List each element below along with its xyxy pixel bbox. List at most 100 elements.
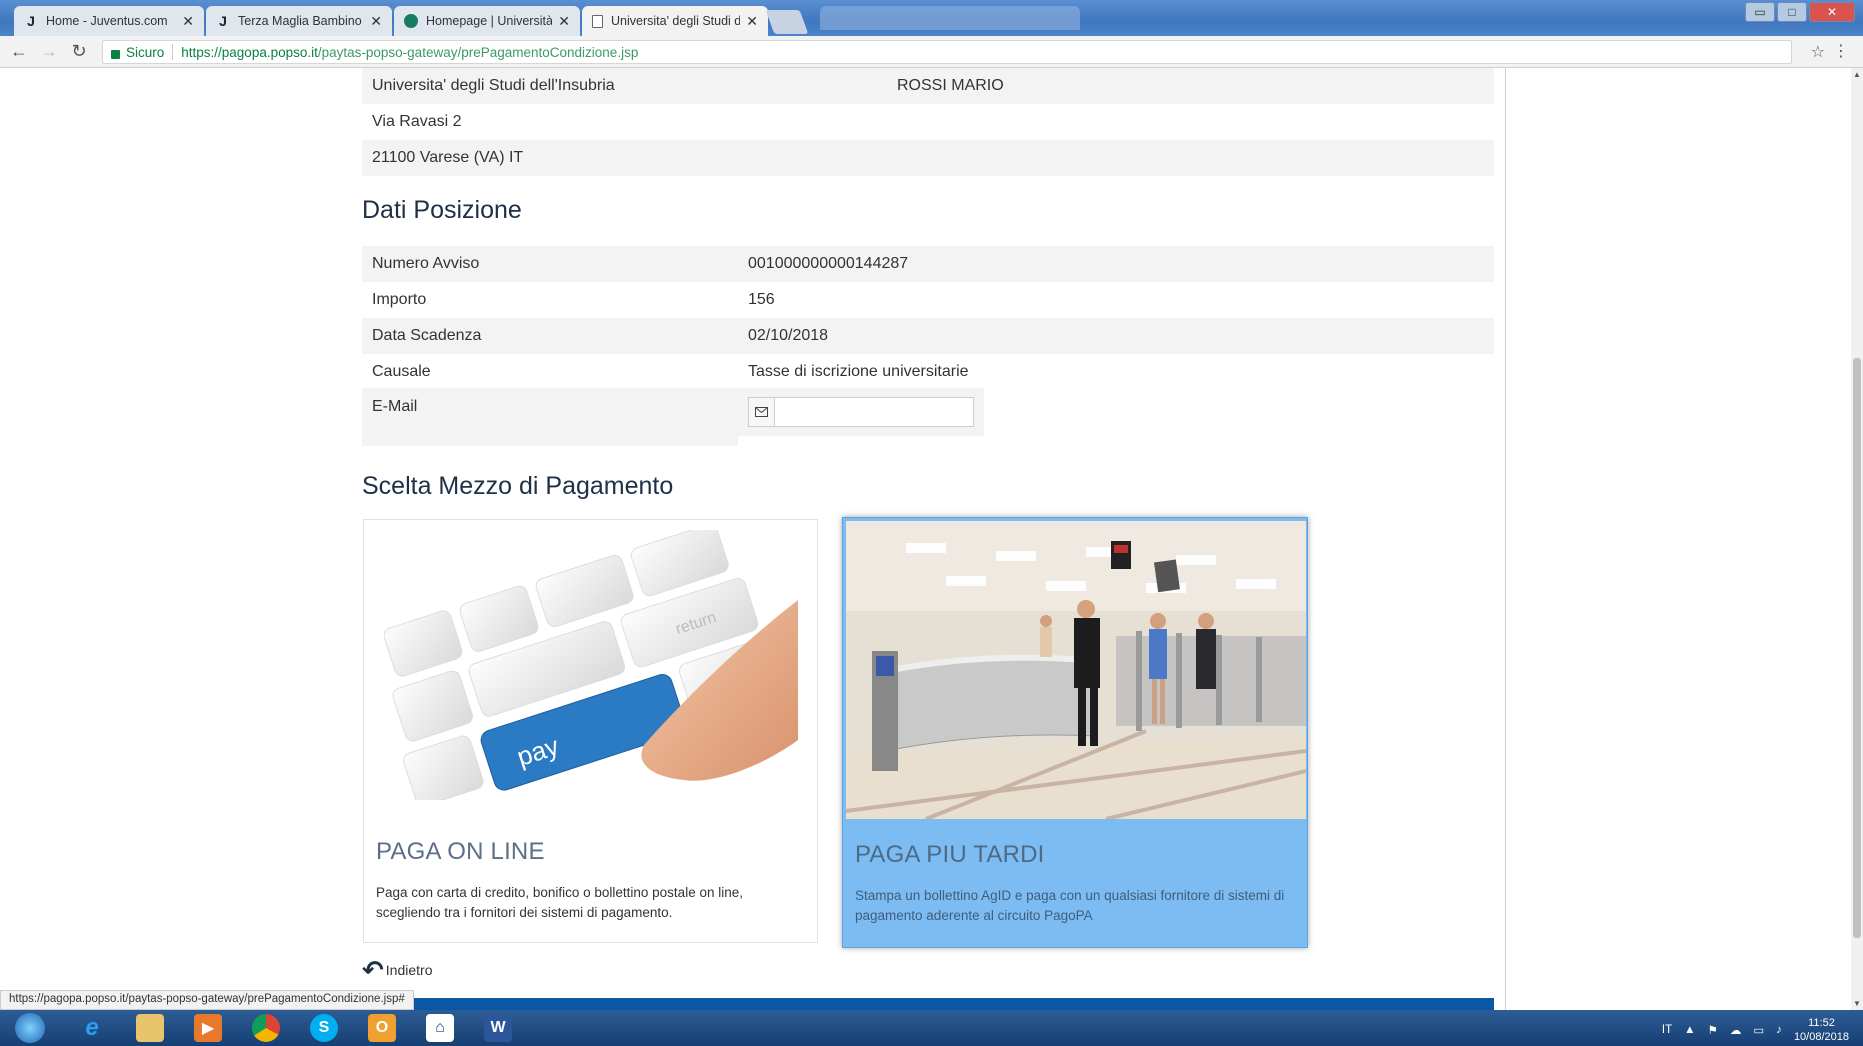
page-content: Universita' degli Studi dell'Insubria RO…: [362, 68, 1506, 1010]
browser-tab-strip: J Home - Juventus.com ✕ J Terza Maglia B…: [0, 0, 1863, 36]
word-icon: W: [484, 1014, 512, 1042]
windows-taskbar: e ▶ S O ⌂ W IT ▲ ⚑ ☁ ▭ ♪ 11:52 10/08/201…: [0, 1010, 1863, 1046]
pay-later-title: PAGA PIU TARDI: [855, 841, 1045, 868]
footer-bar: [362, 998, 1494, 1010]
reload-icon[interactable]: ↻: [68, 41, 90, 62]
back-arrow-icon[interactable]: ←: [8, 41, 30, 62]
network-icon[interactable]: ▭: [1753, 1023, 1764, 1037]
clock-time: 11:52: [1808, 1017, 1835, 1029]
system-tray: IT ▲ ⚑ ☁ ▭ ♪ 11:52 10/08/2018: [1662, 1016, 1849, 1044]
position-label: Causale: [372, 363, 431, 380]
blurred-window-title: [820, 6, 1080, 30]
taskbar-word[interactable]: W: [472, 1011, 524, 1045]
position-label: Data Scadenza: [372, 327, 482, 344]
email-input[interactable]: [774, 397, 974, 427]
back-link[interactable]: ↶ Indietro: [362, 957, 433, 983]
position-value: Tasse di iscrizione universitarie: [748, 363, 969, 380]
keyboard-pay-image: return pay: [384, 530, 798, 800]
new-tab-button[interactable]: [765, 10, 809, 34]
creditor-name: Universita' degli Studi dell'Insubria: [372, 77, 615, 94]
creditor-name-row: Universita' degli Studi dell'Insubria RO…: [362, 68, 1494, 104]
internet-explorer-icon: e: [85, 1014, 99, 1041]
pay-online-card[interactable]: return pay PAGA ON LINE Paga con carta d…: [363, 519, 818, 943]
taskbar-internet-explorer[interactable]: e: [66, 1011, 118, 1045]
url-host: https://pagopa.popso.it: [181, 44, 318, 60]
position-row: Causale Tasse di iscrizione universitari…: [362, 354, 1494, 390]
tab-title: Universita' degli Studi de: [611, 14, 741, 28]
section-title-position: Dati Posizione: [362, 196, 522, 224]
position-value: 001000000000144287: [748, 255, 909, 272]
page-scrollbar[interactable]: ▲ ▼: [1851, 68, 1863, 1010]
tab-university-payment[interactable]: Universita' degli Studi de ✕: [582, 6, 768, 36]
debtor-name: ROSSI MARIO: [897, 77, 1004, 94]
taskbar-outlook[interactable]: O: [356, 1011, 408, 1045]
taskbar-media-player[interactable]: ▶: [182, 1011, 234, 1045]
volume-icon[interactable]: ♪: [1776, 1024, 1782, 1036]
minimize-button[interactable]: ▭: [1745, 2, 1775, 22]
juventus-icon: J: [219, 13, 227, 29]
tab-title: Terza Maglia Bambino Ju: [238, 14, 364, 28]
browser-toolbar: ← → ↻ Sicuro https://pagopa.popso.it/pay…: [0, 36, 1863, 68]
position-row: Numero Avviso 001000000000144287: [362, 246, 1494, 282]
scroll-up-icon[interactable]: ▲: [1853, 70, 1861, 79]
document-icon: [592, 14, 603, 28]
outlook-icon: O: [368, 1014, 396, 1042]
status-bar-url: https://pagopa.popso.it/paytas-popso-gat…: [0, 990, 414, 1010]
bookmark-star-icon[interactable]: ☆: [1811, 42, 1825, 62]
taskbar-clock[interactable]: 11:52 10/08/2018: [1794, 1016, 1849, 1044]
email-label: E-Mail: [362, 388, 738, 446]
position-value: 156: [748, 291, 775, 308]
browser-menu-icon[interactable]: ⋮: [1833, 41, 1849, 61]
close-window-button[interactable]: ✕: [1809, 2, 1855, 22]
taskbar-skype[interactable]: S: [298, 1011, 350, 1045]
chrome-icon: [252, 1014, 280, 1042]
position-label: Numero Avviso: [372, 255, 480, 272]
globe-icon: [404, 14, 418, 28]
folder-icon: [136, 1014, 164, 1042]
juventus-icon: J: [27, 13, 35, 29]
close-tab-icon[interactable]: ✕: [558, 13, 570, 30]
tab-juventus-shirt[interactable]: J Terza Maglia Bambino Ju ✕: [206, 6, 392, 36]
media-player-icon: ▶: [194, 1014, 222, 1042]
clock-date: 10/08/2018: [1793, 1031, 1849, 1043]
tab-university-homepage[interactable]: Homepage | Università d ✕: [394, 6, 580, 36]
envelope-icon: [748, 397, 774, 427]
skype-icon: S: [310, 1014, 338, 1042]
pay-online-description: Paga con carta di credito, bonifico o bo…: [376, 885, 743, 920]
creditor-city-row: 21100 Varese (VA) IT: [362, 140, 1494, 176]
close-tab-icon[interactable]: ✕: [370, 13, 382, 30]
show-hidden-icons-icon[interactable]: ▲: [1684, 1024, 1695, 1036]
tab-juventus-home[interactable]: J Home - Juventus.com ✕: [14, 6, 204, 36]
forward-arrow-icon[interactable]: →: [38, 41, 60, 62]
address-bar[interactable]: Sicuro https://pagopa.popso.it/paytas-po…: [102, 40, 1792, 64]
creditor-address-row: Via Ravasi 2: [362, 104, 1494, 140]
windows-start-button[interactable]: [0, 1011, 60, 1045]
taskbar-chrome[interactable]: [240, 1011, 292, 1045]
action-center-flag-icon[interactable]: ⚑: [1708, 1023, 1718, 1037]
language-indicator[interactable]: IT: [1662, 1024, 1672, 1036]
windows-logo-icon: [15, 1013, 45, 1043]
scroll-down-icon[interactable]: ▼: [1853, 999, 1861, 1008]
email-row: E-Mail: [362, 388, 1494, 446]
taskbar-bank-app[interactable]: ⌂: [414, 1011, 466, 1045]
creditor-address: Via Ravasi 2: [372, 113, 462, 130]
back-label: Indietro: [385, 962, 433, 978]
position-value: 02/10/2018: [748, 327, 829, 344]
creditor-city: 21100 Varese (VA) IT: [372, 149, 524, 166]
tab-title: Homepage | Università d: [426, 14, 553, 28]
pay-later-description: Stampa un bollettino AgID e paga con un …: [855, 888, 1285, 923]
close-tab-icon[interactable]: ✕: [182, 13, 194, 30]
pay-later-card[interactable]: PAGA PIU TARDI Stampa un bollettino AgID…: [842, 517, 1308, 948]
scrollbar-thumb[interactable]: [1853, 358, 1861, 938]
taskbar-file-explorer[interactable]: [124, 1011, 176, 1045]
position-row: Data Scadenza 02/10/2018: [362, 318, 1494, 354]
bank-office-image: [846, 521, 1306, 819]
maximize-button[interactable]: □: [1777, 2, 1807, 22]
secure-label: Sicuro: [126, 44, 165, 60]
tab-title: Home - Juventus.com: [46, 14, 168, 28]
onedrive-cloud-icon[interactable]: ☁: [1730, 1023, 1742, 1037]
divider: [172, 44, 174, 60]
pay-online-title: PAGA ON LINE: [376, 838, 545, 865]
close-tab-icon[interactable]: ✕: [746, 13, 758, 30]
position-label: Importo: [372, 291, 427, 308]
